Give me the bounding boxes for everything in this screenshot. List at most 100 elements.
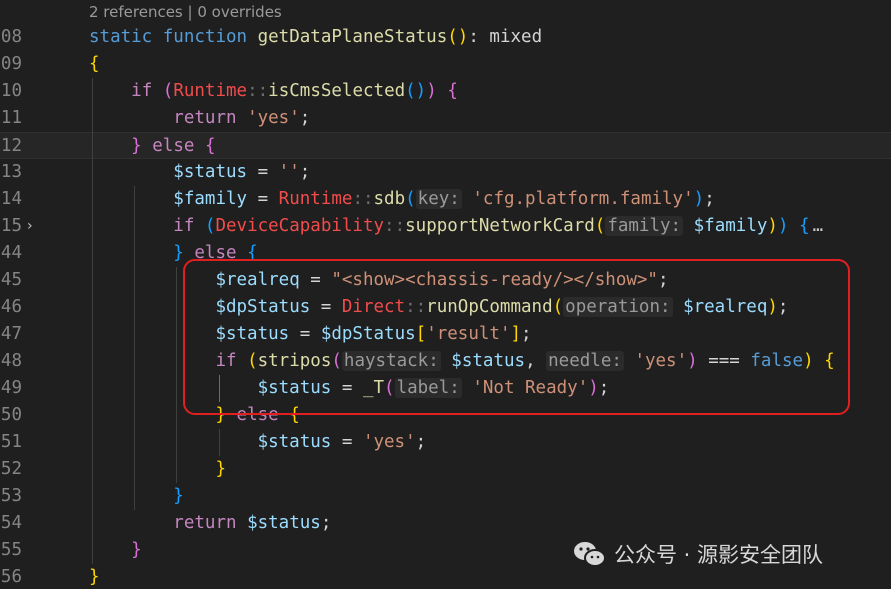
line-number: 47 xyxy=(0,324,22,344)
code-token: mixed xyxy=(489,27,543,47)
line-number: 48 xyxy=(0,351,22,371)
code-token: _T xyxy=(362,378,385,398)
code-token: ) xyxy=(767,216,778,236)
code-text: } xyxy=(89,564,100,589)
code-token: ) xyxy=(767,297,778,317)
code-line[interactable]: 54 return $status; xyxy=(0,510,891,537)
code-token: () xyxy=(447,27,469,47)
code-line[interactable]: 09 { xyxy=(0,51,891,78)
code-line[interactable]: 13 $status = ''; xyxy=(0,159,891,186)
code-line[interactable]: 08 static function getDataPlaneStatus(): … xyxy=(0,24,891,51)
code-token: 'yes' xyxy=(247,108,300,128)
code-token: $dpStatus xyxy=(215,297,311,317)
line-number: 08 xyxy=(0,27,22,47)
code-token: 'yes' xyxy=(362,432,416,452)
code-token: { xyxy=(799,216,810,236)
code-token: $family xyxy=(693,216,768,236)
code-token: false xyxy=(750,351,804,371)
code-token: needle: xyxy=(546,351,624,371)
code-token: } xyxy=(173,486,184,506)
code-token: ) xyxy=(426,81,437,101)
code-token: ; xyxy=(598,378,610,398)
code-token: $family xyxy=(173,189,248,209)
code-token: ] xyxy=(510,324,522,344)
code-token: ; xyxy=(299,162,311,182)
code-token: { xyxy=(289,405,300,425)
code-token: 'result' xyxy=(426,324,511,344)
code-token: } xyxy=(131,136,142,156)
folded-region-ellipsis[interactable]: … xyxy=(810,213,827,240)
code-token: } xyxy=(215,405,226,425)
code-token: } xyxy=(89,567,100,587)
code-text: } else { xyxy=(89,240,258,267)
code-text: } else { xyxy=(89,133,216,160)
code-line[interactable]: 12 } else { xyxy=(0,132,891,159)
line-number: 53 xyxy=(0,486,22,506)
line-number: 10 xyxy=(0,81,22,101)
code-token: :: xyxy=(352,189,374,209)
code-token: :: xyxy=(247,81,269,101)
code-token: = xyxy=(247,162,279,182)
code-token: if xyxy=(131,81,153,101)
code-text: $status = ''; xyxy=(89,159,310,186)
code-token: { xyxy=(247,243,258,263)
code-token: ( xyxy=(594,216,606,236)
code-text: return 'yes'; xyxy=(89,105,310,132)
code-token: supportNetworkCard xyxy=(405,216,595,236)
code-token: 'Not Ready' xyxy=(472,378,589,398)
code-token: : xyxy=(468,27,490,47)
line-number: 14 xyxy=(0,189,22,209)
code-token: , xyxy=(525,351,547,371)
code-token: ) xyxy=(588,378,599,398)
code-token: { xyxy=(204,136,216,156)
code-token: ( xyxy=(331,351,342,371)
code-token: :: xyxy=(405,297,427,317)
code-text: $status = _T(label: 'Not Ready'); xyxy=(89,375,609,402)
line-number: 54 xyxy=(0,513,22,533)
code-token: $status xyxy=(257,432,332,452)
code-token: [ xyxy=(415,324,427,344)
code-line[interactable]: 10 if (Runtime::isCmsSelected()) { xyxy=(0,78,891,105)
line-number: 49 xyxy=(0,378,22,398)
code-token: { xyxy=(447,81,458,101)
code-text: } else { xyxy=(89,402,300,429)
code-token: operation: xyxy=(563,297,673,317)
code-token: ) xyxy=(777,216,789,236)
code-token: === xyxy=(697,351,751,371)
code-token: ( xyxy=(552,297,564,317)
code-token: key: xyxy=(415,189,462,209)
code-token: ( xyxy=(162,81,174,101)
code-token: = xyxy=(310,297,342,317)
code-token: { xyxy=(824,351,835,371)
code-token: = xyxy=(289,324,321,344)
code-token: ; xyxy=(521,324,532,344)
code-token: isCmsSelected xyxy=(268,81,406,101)
code-token: ( xyxy=(405,189,416,209)
code-line[interactable]: 11 return 'yes'; xyxy=(0,105,891,132)
code-token: () xyxy=(405,81,427,101)
chevron-right-icon[interactable]: › xyxy=(27,213,33,240)
code-editor[interactable]: 2 references | 0 overrides 08 static func… xyxy=(0,0,891,589)
line-number: 51 xyxy=(0,432,22,452)
codelens-references[interactable]: 2 references | 0 overrides xyxy=(89,3,282,21)
code-token: else xyxy=(236,405,279,425)
line-number: 11 xyxy=(0,108,22,128)
code-token: = xyxy=(299,270,332,290)
code-text: $status = $dpStatus['result']; xyxy=(89,321,532,348)
code-token: "<show><chassis-ready/></show>" xyxy=(331,270,658,290)
